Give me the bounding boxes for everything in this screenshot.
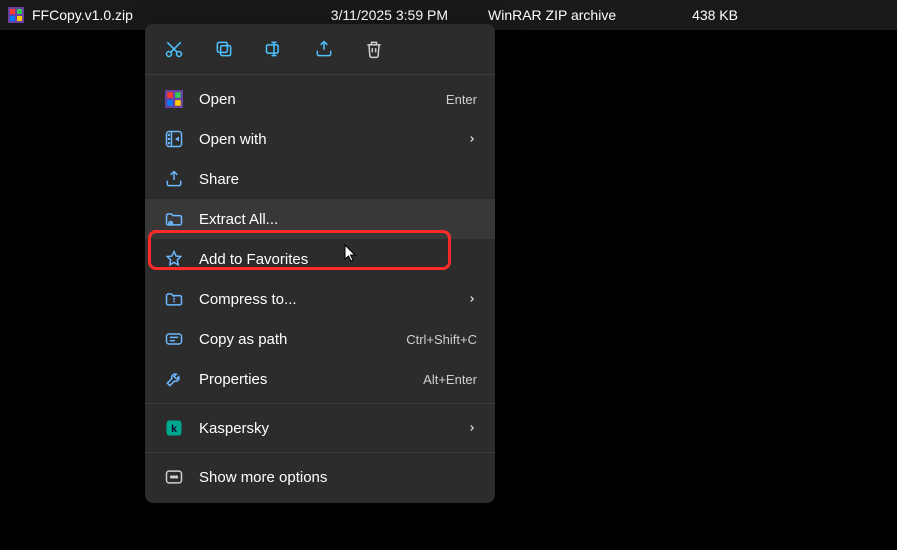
rename-icon[interactable] [263, 38, 285, 60]
share-arc-icon [163, 168, 185, 190]
menu-extract-all[interactable]: Extract All... [145, 199, 495, 239]
context-menu: Open Enter Open with Share Extract All..… [145, 24, 495, 503]
menu-show-more[interactable]: Show more options [145, 457, 495, 497]
menu-kaspersky[interactable]: k Kaspersky [145, 408, 495, 448]
more-options-icon [163, 466, 185, 488]
zip-folder-icon [163, 288, 185, 310]
menu-add-favorites[interactable]: Add to Favorites [145, 239, 495, 279]
menu-copy-path[interactable]: Copy as path Ctrl+Shift+C [145, 319, 495, 359]
winrar-zip-icon [8, 7, 24, 23]
menu-compress-to[interactable]: Compress to... [145, 279, 495, 319]
star-icon [163, 248, 185, 270]
delete-icon[interactable] [363, 38, 385, 60]
menu-label: Open [199, 91, 436, 108]
menu-shortcut: Enter [446, 92, 477, 107]
menu-open[interactable]: Open Enter [145, 79, 495, 119]
separator [145, 403, 495, 404]
menu-label: Open with [199, 131, 457, 148]
menu-open-with[interactable]: Open with [145, 119, 495, 159]
menu-label: Extract All... [199, 211, 477, 228]
file-size: 438 KB [668, 7, 738, 23]
menu-label: Copy as path [199, 331, 396, 348]
menu-label: Share [199, 171, 477, 188]
menu-label: Compress to... [199, 291, 457, 308]
menu-label: Properties [199, 371, 413, 388]
separator [145, 74, 495, 75]
share-icon[interactable] [313, 38, 335, 60]
quick-actions-row [145, 30, 495, 70]
menu-label: Kaspersky [199, 420, 457, 437]
svg-text:k: k [171, 423, 177, 435]
chevron-right-icon [467, 294, 477, 304]
copy-icon[interactable] [213, 38, 235, 60]
chevron-right-icon [467, 134, 477, 144]
open-with-icon [163, 128, 185, 150]
chevron-right-icon [467, 423, 477, 433]
copy-path-icon [163, 328, 185, 350]
menu-shortcut: Alt+Enter [423, 372, 477, 387]
file-type: WinRAR ZIP archive [488, 7, 668, 23]
file-date: 3/11/2025 3:59 PM [308, 7, 488, 23]
menu-label: Show more options [199, 469, 477, 486]
separator [145, 452, 495, 453]
wrench-icon [163, 368, 185, 390]
extract-folder-icon [163, 208, 185, 230]
menu-shortcut: Ctrl+Shift+C [406, 332, 477, 347]
menu-share[interactable]: Share [145, 159, 495, 199]
kaspersky-icon: k [163, 417, 185, 439]
file-name: FFCopy.v1.0.zip [32, 7, 133, 23]
menu-label: Add to Favorites [199, 251, 477, 268]
winrar-app-icon [163, 88, 185, 110]
menu-properties[interactable]: Properties Alt+Enter [145, 359, 495, 399]
cut-icon[interactable] [163, 38, 185, 60]
